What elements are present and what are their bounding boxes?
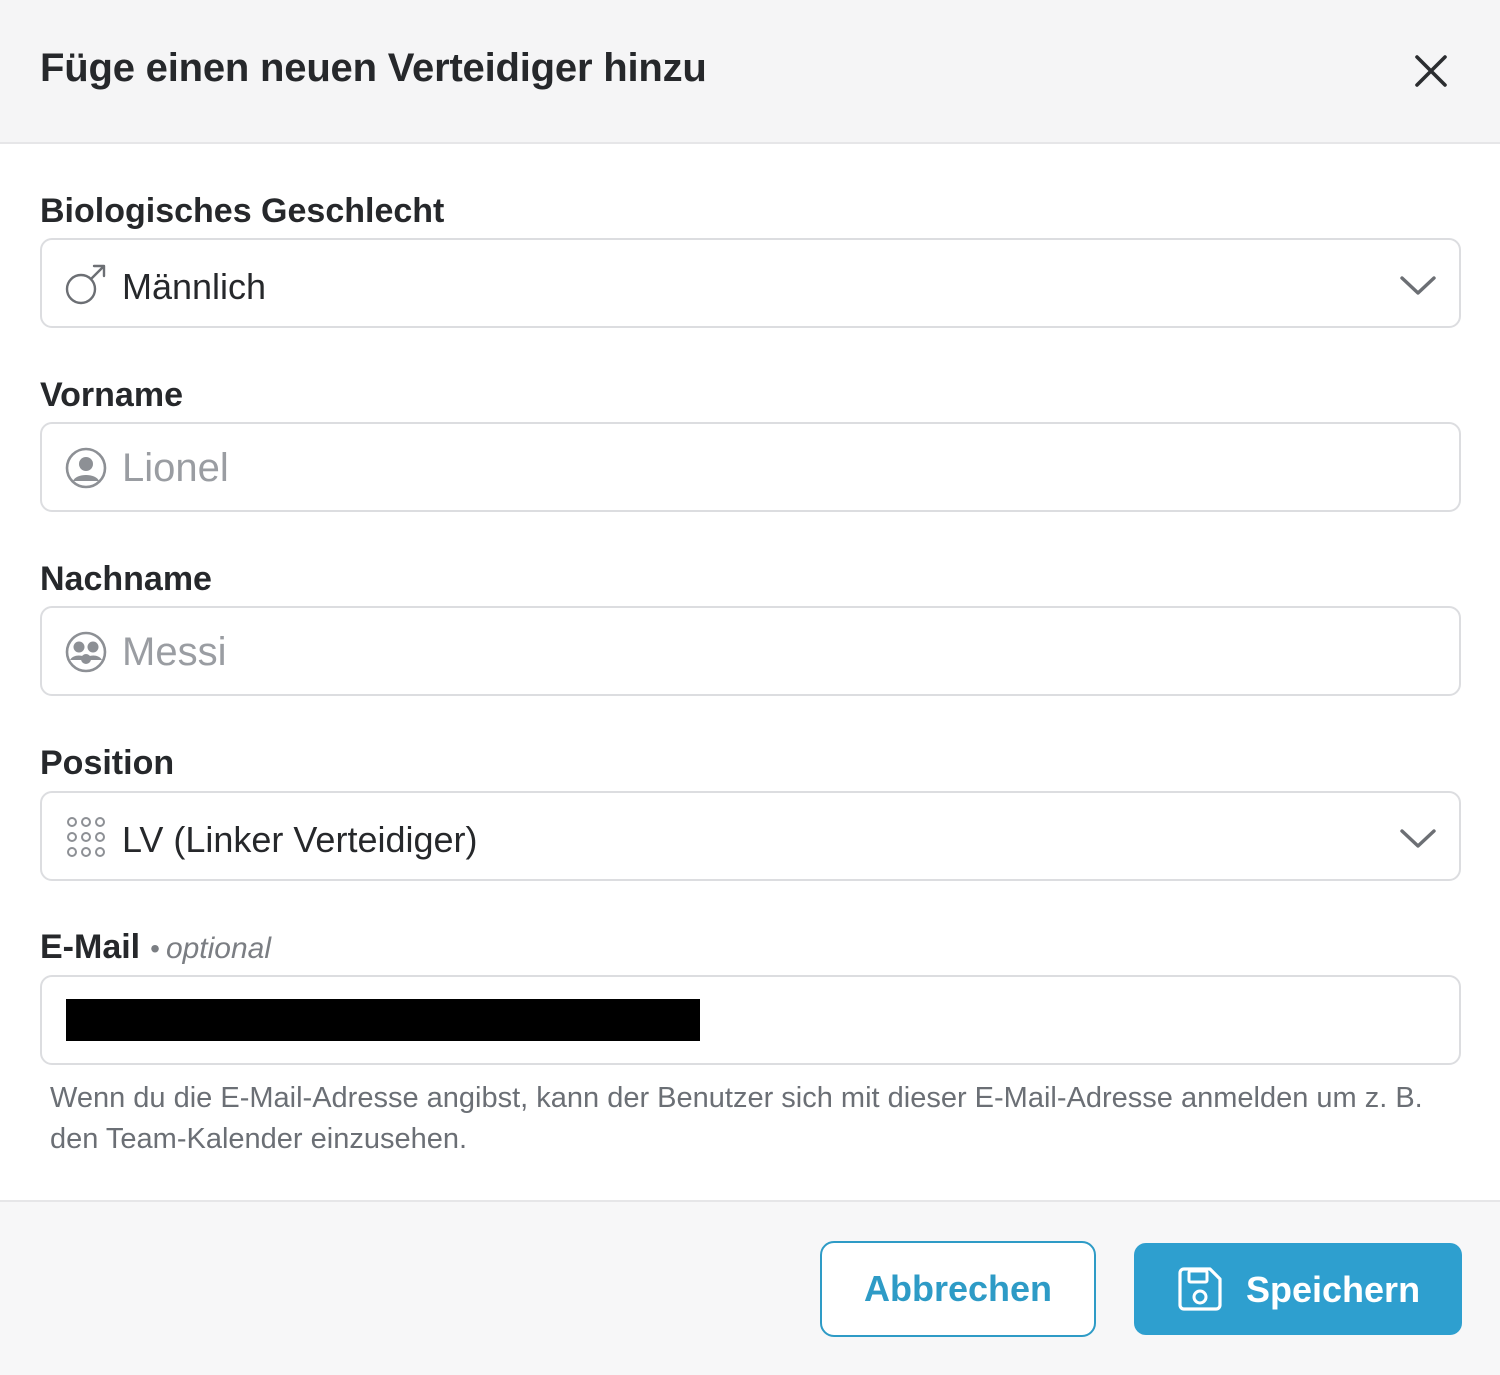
- close-icon: [1415, 55, 1447, 87]
- user-group-icon: [64, 630, 108, 674]
- email-label-text: E-Mail: [40, 928, 141, 966]
- grid-dots-icon: [64, 815, 108, 859]
- last-name-placeholder: Messi: [122, 630, 227, 674]
- dialog-header: Füge einen neuen Verteidiger hinzu: [0, 0, 1500, 144]
- floppy-disk-icon: [1178, 1267, 1222, 1311]
- redacted-email-value: [66, 999, 700, 1041]
- close-button[interactable]: [1402, 44, 1460, 98]
- male-symbol-icon: [64, 262, 108, 306]
- sex-value: Männlich: [122, 266, 267, 307]
- optional-tag: optional: [165, 932, 272, 965]
- first-name-label: Vorname: [40, 376, 183, 414]
- add-defender-dialog: Füge einen neuen Verteidiger hinzu Biolo…: [0, 0, 1500, 1375]
- last-name-label: Nachname: [40, 560, 212, 598]
- save-button[interactable]: Speichern: [1134, 1243, 1462, 1335]
- email-label: E-Mail • optional: [40, 928, 271, 967]
- sex-label: Biologisches Geschlecht: [40, 192, 445, 230]
- separator-dot: •: [150, 933, 160, 964]
- position-select[interactable]: LV (Linker Verteidiger): [40, 791, 1461, 881]
- position-value: LV (Linker Verteidiger): [122, 819, 478, 860]
- position-label: Position: [40, 744, 175, 782]
- first-name-input[interactable]: Lionel: [40, 422, 1461, 512]
- dialog-title: Füge einen neuen Verteidiger hinzu: [40, 46, 707, 90]
- user-circle-icon: [64, 446, 108, 490]
- cancel-button[interactable]: Abbrechen: [820, 1241, 1096, 1337]
- save-label: Speichern: [1246, 1269, 1421, 1310]
- last-name-input[interactable]: Messi: [40, 606, 1461, 696]
- chevron-down-icon: [1400, 829, 1436, 848]
- email-input[interactable]: [40, 975, 1461, 1065]
- sex-select[interactable]: Männlich: [40, 238, 1461, 328]
- first-name-placeholder: Lionel: [122, 446, 229, 490]
- email-helper-text: Wenn du die E-Mail-Adresse angibst, kann…: [50, 1082, 1423, 1155]
- chevron-down-icon: [1400, 276, 1436, 295]
